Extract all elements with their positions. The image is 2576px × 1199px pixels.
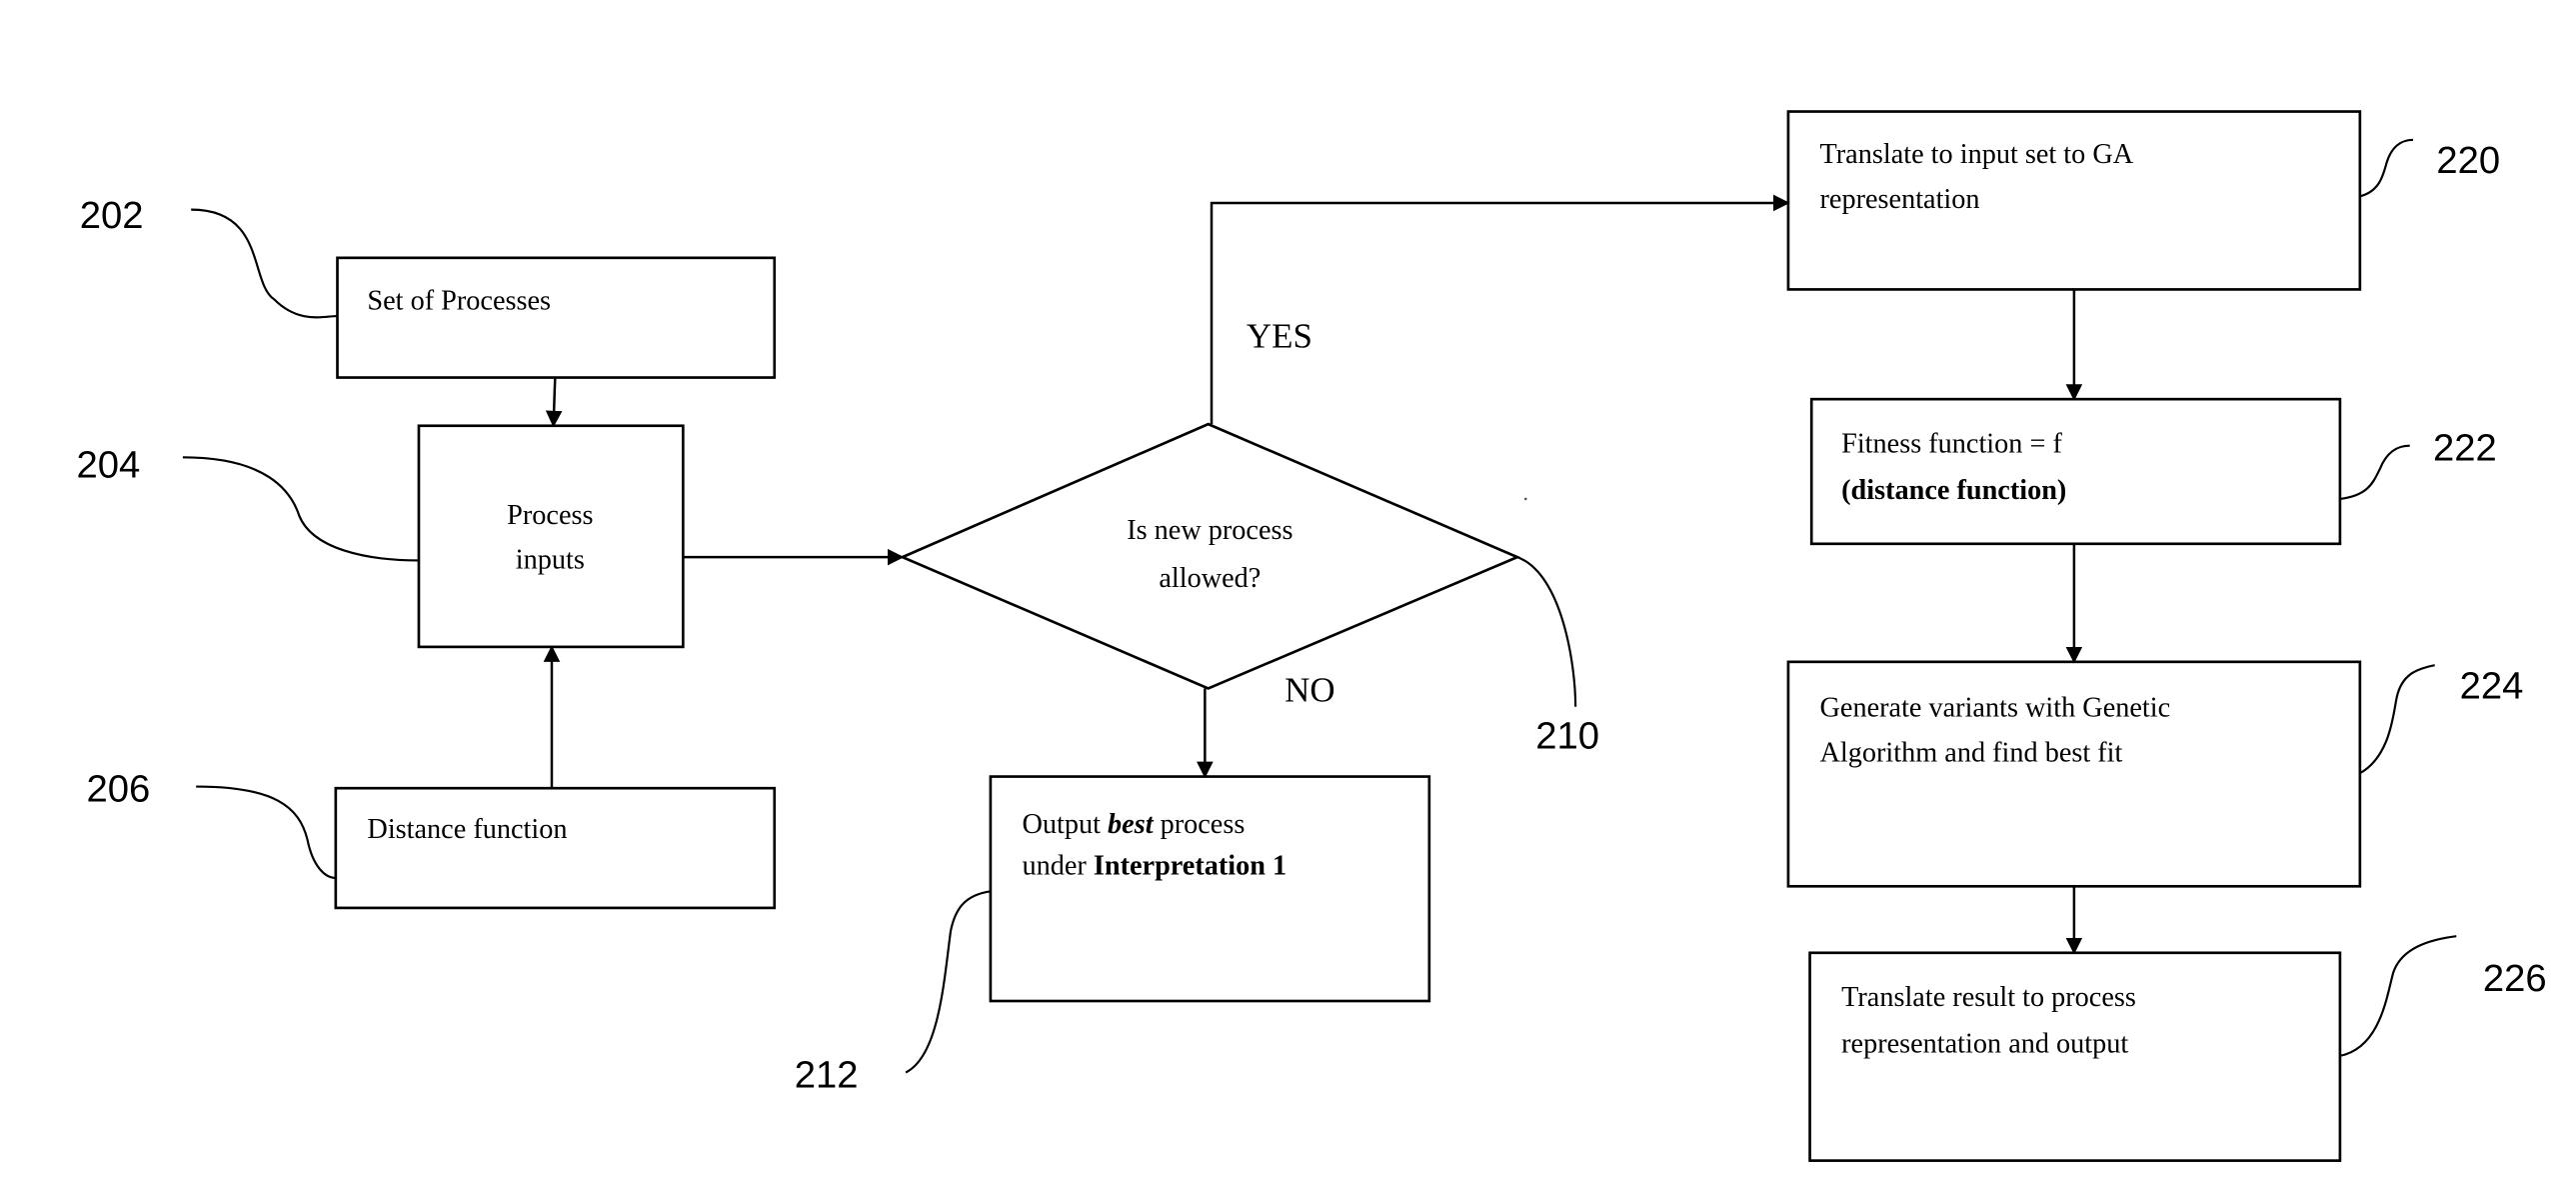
arrow-yes-to-220 (1210, 194, 1790, 425)
box-204 (417, 424, 685, 649)
node-text: Set of Processes (367, 285, 551, 316)
leader-line-220 (2359, 138, 2414, 198)
ref-label-206: 206 (86, 768, 150, 811)
ref-label-204: 204 (76, 443, 140, 486)
arrow-202-to-204 (545, 377, 563, 428)
decision-text: allowed? (1159, 563, 1261, 594)
node-text: Translate to input set to GA (1820, 139, 2134, 170)
node-text: representation (1820, 184, 1980, 215)
diamond-210 (899, 422, 1521, 690)
scan-speck (1523, 497, 1527, 501)
ref-label-212: 212 (795, 1053, 859, 1096)
leader-line-204 (182, 456, 419, 562)
node-distance-function: Distance function (334, 786, 777, 910)
flowchart: Set of Processes 202 Process inputs 204 … (76, 110, 2547, 1162)
yes-label: YES (1247, 317, 1312, 356)
node-text: inputs (516, 545, 585, 576)
node-translate-to-ga: Translate to input set to GA representat… (1786, 110, 2362, 291)
leader-line-202 (191, 208, 338, 319)
node-text: Generate variants with Genetic (1820, 693, 2171, 724)
ref-label-202: 202 (80, 194, 144, 237)
node-output-best-process: Output best process under Interpretation… (989, 775, 1431, 1003)
node-process-inputs: Process inputs (417, 424, 685, 649)
box-222 (1809, 397, 2342, 546)
leader-line-226 (2339, 935, 2457, 1057)
box-206 (334, 786, 777, 910)
box-202 (336, 256, 777, 379)
leader-line-210 (1516, 556, 1577, 707)
no-label: NO (1285, 671, 1334, 710)
leader-line-206 (196, 785, 336, 880)
node-translate-result: Translate result to process representati… (1808, 951, 2342, 1162)
node-text: representation and output (1841, 1029, 2128, 1060)
decision-text: Is new process (1127, 515, 1292, 546)
leader-line-224 (2359, 664, 2435, 775)
ref-label-224: 224 (2460, 664, 2524, 707)
node-text: Output best process (1022, 809, 1245, 840)
ref-label-210: 210 (1535, 714, 1599, 757)
node-set-of-processes: Set of Processes (336, 256, 777, 379)
node-generate-variants: Generate variants with Genetic Algorithm… (1786, 660, 2362, 888)
node-text: under Interpretation 1 (1022, 851, 1287, 882)
ref-label-220: 220 (2436, 139, 2500, 182)
decision-new-process-allowed: Is new process allowed? (899, 422, 1521, 690)
node-text: Algorithm and find best fit (1820, 738, 2123, 769)
ref-label-226: 226 (2483, 957, 2547, 1000)
leader-line-222 (2339, 444, 2410, 500)
leader-line-212 (905, 890, 992, 1074)
ref-label-222: 222 (2433, 427, 2497, 470)
node-text: Process (507, 500, 593, 531)
node-text: (distance function) (1841, 475, 2066, 506)
node-text: Fitness function = f (1841, 428, 2062, 459)
node-fitness-function: Fitness function = f (distance function) (1809, 397, 2342, 546)
node-text: Translate result to process (1841, 982, 2136, 1013)
node-text: Distance function (367, 814, 567, 845)
